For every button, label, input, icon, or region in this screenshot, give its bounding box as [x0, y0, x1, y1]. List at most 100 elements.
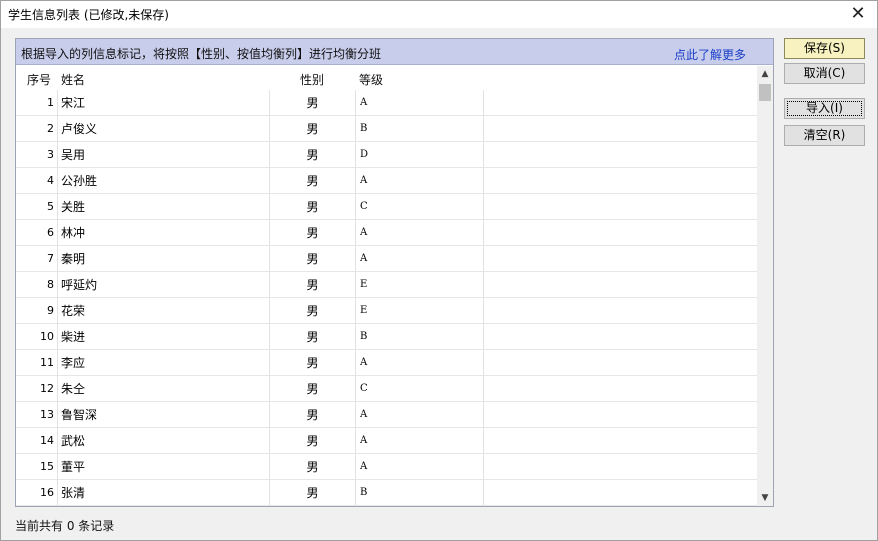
row-sex[interactable]: 男 [270, 402, 355, 428]
row-index[interactable]: 15 [16, 454, 54, 480]
row-grade[interactable]: B [360, 116, 480, 142]
row-index[interactable]: 12 [16, 376, 54, 402]
header-index[interactable]: 序号 [27, 71, 51, 88]
row-grade[interactable]: A [360, 246, 480, 272]
table-row[interactable]: 14 武松男 A [16, 428, 757, 454]
row-index[interactable]: 2 [16, 116, 54, 142]
vertical-scrollbar[interactable]: ▲ ▼ [757, 66, 773, 506]
row-grade[interactable]: B [360, 324, 480, 350]
table-row[interactable]: 12 朱仝男 C [16, 376, 757, 402]
table-row[interactable]: 5 关胜男 C [16, 194, 757, 220]
table-row[interactable]: 2 卢俊义男 B [16, 116, 757, 142]
row-grade[interactable]: A [360, 168, 480, 194]
row-name[interactable]: 秦明 [61, 246, 269, 272]
table-row[interactable]: 16 张清男 B [16, 480, 757, 506]
row-name[interactable]: 鲁智深 [61, 402, 269, 428]
table-row[interactable]: 6 林冲男 A [16, 220, 757, 246]
row-name[interactable]: 卢俊义 [61, 116, 269, 142]
header-sex[interactable]: 性别 [300, 71, 324, 88]
save-button[interactable]: 保存(S) [784, 38, 865, 59]
table-row[interactable]: 7 秦明男 A [16, 246, 757, 272]
row-name[interactable]: 呼延灼 [61, 272, 269, 298]
row-name[interactable]: 宋江 [61, 90, 269, 116]
table-row[interactable]: 8 呼延灼男 E [16, 272, 757, 298]
row-index[interactable]: 11 [16, 350, 54, 376]
row-name[interactable]: 张清 [61, 480, 269, 506]
chevron-down-icon[interactable]: ▼ [757, 490, 773, 506]
row-grade[interactable]: A [360, 428, 480, 454]
row-index[interactable]: 4 [16, 168, 54, 194]
scroll-thumb[interactable] [759, 84, 771, 101]
header-grade[interactable]: 等级 [359, 71, 383, 88]
row-index[interactable]: 6 [16, 220, 54, 246]
row-name[interactable]: 公孙胜 [61, 168, 269, 194]
row-grade[interactable]: D [360, 142, 480, 168]
row-sex[interactable]: 男 [270, 324, 355, 350]
row-grade[interactable]: C [360, 376, 480, 402]
row-index[interactable]: 3 [16, 142, 54, 168]
row-grade[interactable]: E [360, 272, 480, 298]
row-grade[interactable]: B [360, 480, 480, 506]
row-name[interactable]: 武松 [61, 428, 269, 454]
row-name[interactable]: 柴进 [61, 324, 269, 350]
header-name[interactable]: 姓名 [61, 71, 85, 88]
table-row[interactable]: 4 公孙胜男 A [16, 168, 757, 194]
grid-rows: 1 宋江男 A 2 卢俊义男 B 3 吴用男 D 4 公孙胜男 A 5 关胜男 C 6 林冲男 A 7 秦明男 A 8 呼延… [16, 90, 757, 506]
row-index[interactable]: 14 [16, 428, 54, 454]
row-grade[interactable]: E [360, 298, 480, 324]
row-sex[interactable]: 男 [270, 168, 355, 194]
grid-header: 序号 姓名 性别 等级 [16, 66, 757, 90]
row-grade[interactable]: A [360, 350, 480, 376]
learn-more-link[interactable]: 点此了解更多 [674, 46, 746, 63]
table-row[interactable]: 15 董平男 A [16, 454, 757, 480]
window-title: 学生信息列表 (已修改,未保存) [8, 8, 169, 22]
close-icon[interactable]: ✕ [847, 3, 869, 25]
row-grade[interactable]: A [360, 220, 480, 246]
row-sex[interactable]: 男 [270, 428, 355, 454]
row-name[interactable]: 关胜 [61, 194, 269, 220]
row-name[interactable]: 林冲 [61, 220, 269, 246]
table-row[interactable]: 1 宋江男 A [16, 90, 757, 116]
student-grid[interactable]: 序号 姓名 性别 等级 1 宋江男 A 2 卢俊义男 B 3 吴用男 D 4 公孙胜男 A 5 关胜男 C 6… [16, 66, 757, 506]
record-count-status: 当前共有 0 条记录 [15, 519, 115, 533]
row-sex[interactable]: 男 [270, 116, 355, 142]
row-sex[interactable]: 男 [270, 220, 355, 246]
row-name[interactable]: 李应 [61, 350, 269, 376]
table-row[interactable]: 13 鲁智深男 A [16, 402, 757, 428]
row-sex[interactable]: 男 [270, 246, 355, 272]
row-grade[interactable]: C [360, 194, 480, 220]
table-row[interactable]: 9 花荣男 E [16, 298, 757, 324]
row-index[interactable]: 5 [16, 194, 54, 220]
table-row[interactable]: 11 李应男 A [16, 350, 757, 376]
row-sex[interactable]: 男 [270, 194, 355, 220]
row-grade[interactable]: A [360, 90, 480, 116]
row-name[interactable]: 董平 [61, 454, 269, 480]
row-index[interactable]: 9 [16, 298, 54, 324]
chevron-up-icon[interactable]: ▲ [757, 66, 773, 82]
row-sex[interactable]: 男 [270, 272, 355, 298]
row-index[interactable]: 8 [16, 272, 54, 298]
table-row[interactable]: 10 柴进男 B [16, 324, 757, 350]
row-index[interactable]: 16 [16, 480, 54, 506]
row-index[interactable]: 1 [16, 90, 54, 116]
row-name[interactable]: 朱仝 [61, 376, 269, 402]
clear-button[interactable]: 清空(R) [784, 125, 865, 146]
table-row[interactable]: 3 吴用男 D [16, 142, 757, 168]
cancel-button[interactable]: 取消(C) [784, 63, 865, 84]
row-index[interactable]: 10 [16, 324, 54, 350]
row-sex[interactable]: 男 [270, 350, 355, 376]
row-index[interactable]: 13 [16, 402, 54, 428]
row-index[interactable]: 7 [16, 246, 54, 272]
row-grade[interactable]: A [360, 454, 480, 480]
import-button[interactable]: 导入(I) [784, 98, 865, 119]
row-name[interactable]: 花荣 [61, 298, 269, 324]
row-name[interactable]: 吴用 [61, 142, 269, 168]
row-sex[interactable]: 男 [270, 376, 355, 402]
row-sex[interactable]: 男 [270, 480, 355, 506]
row-sex[interactable]: 男 [270, 90, 355, 116]
row-sex[interactable]: 男 [270, 142, 355, 168]
row-grade[interactable]: A [360, 402, 480, 428]
info-bar: 根据导入的列信息标记，将按照【性别、按值均衡列】进行均衡分班 点此了解更多 [16, 39, 773, 65]
row-sex[interactable]: 男 [270, 454, 355, 480]
row-sex[interactable]: 男 [270, 298, 355, 324]
